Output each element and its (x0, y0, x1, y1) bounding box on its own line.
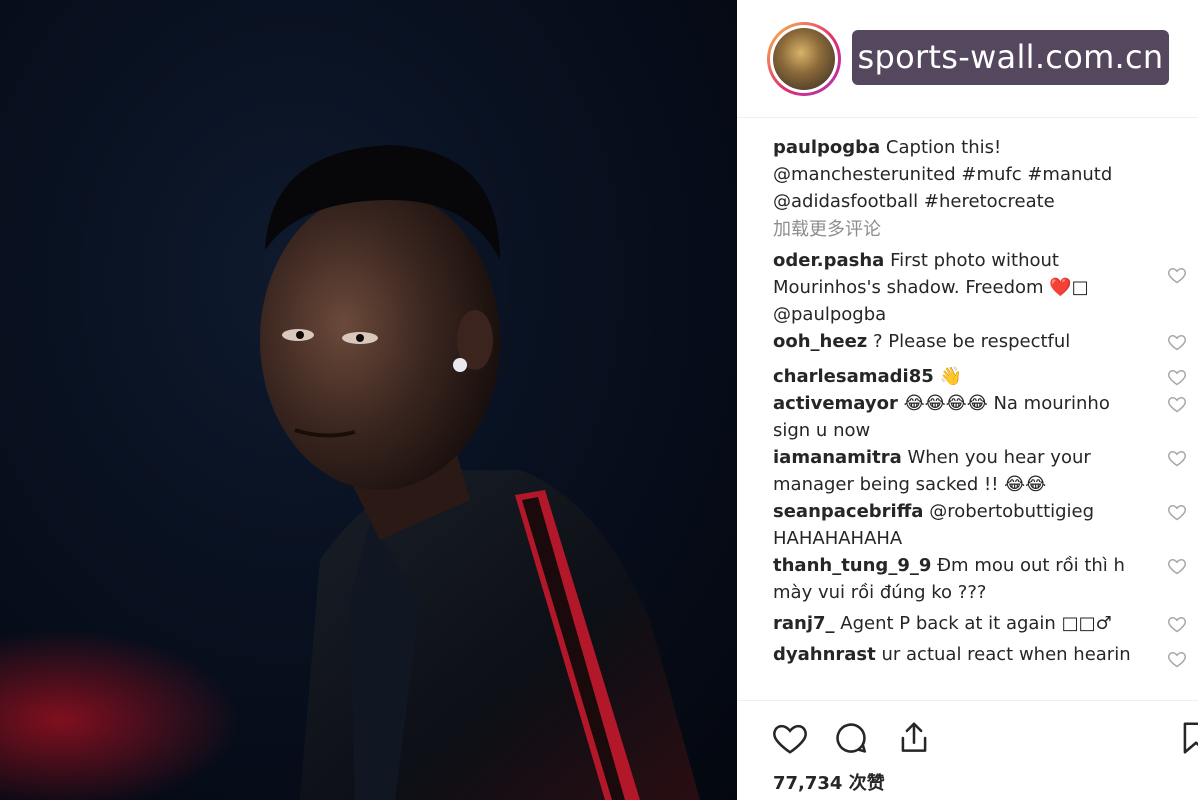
comment-item: seanpacebriffa @robertobuttigieg HAHAHAH… (773, 498, 1186, 552)
comment-item: ranj7_ Agent P back at it again □□♂ (773, 610, 1186, 637)
comment-item: dyahnrast ur actual react when hearin (773, 641, 1186, 668)
comment-text: When you hear your (907, 447, 1091, 468)
post-caption: paulpogba Caption this! @manchesterunite… (773, 134, 1173, 215)
heart-icon[interactable] (1167, 556, 1187, 576)
heart-icon[interactable] (1167, 265, 1187, 285)
comment-username[interactable]: activemayor (773, 393, 898, 414)
caption-text: Caption this! (885, 137, 1002, 158)
load-more-comments-link[interactable]: 加载更多评论 (773, 215, 1173, 245)
likes-count[interactable]: 77,734 次赞 (773, 769, 885, 795)
avatar[interactable] (767, 22, 841, 96)
heart-icon[interactable] (771, 719, 809, 757)
heart-icon[interactable] (1167, 394, 1187, 414)
comment-item: oder.pasha First photo without Mourinhos… (773, 247, 1186, 328)
watermark: sports-wall.com.cn (852, 30, 1169, 85)
comment-text: sign u now (773, 420, 871, 441)
comment-text: ? Please be respectful (873, 331, 1071, 352)
comment-item: charlesamadi85 👋 (773, 363, 1186, 390)
player-photo (0, 145, 700, 800)
heart-icon[interactable] (1167, 448, 1187, 468)
heart-icon[interactable] (1167, 649, 1187, 669)
share-icon[interactable] (895, 719, 933, 757)
comment-text: HAHAHAHAHA (773, 528, 903, 549)
post-photo (0, 0, 737, 800)
post-header: sports-wall.com.cn (737, 0, 1198, 118)
comment-username[interactable]: charlesamadi85 (773, 366, 934, 387)
comment-item: ooh_heez ? Please be respectful (773, 328, 1186, 355)
comment-icon[interactable] (832, 719, 870, 757)
heart-icon[interactable] (1167, 614, 1187, 634)
caption-text: @manchesterunited #mufc #manutd (773, 164, 1113, 185)
comment-text: ur actual react when hearin (881, 644, 1131, 665)
comment-text: manager being sacked !! 😂😂 (773, 474, 1047, 495)
comment-text: @robertobuttigieg (929, 501, 1095, 522)
post-panel: sports-wall.com.cn paulpogba Caption thi… (737, 0, 1198, 800)
caption-username[interactable]: paulpogba (773, 137, 880, 158)
comment-username[interactable]: oder.pasha (773, 250, 884, 271)
comment-username[interactable]: iamanamitra (773, 447, 902, 468)
comment-item: thanh_tung_9_9 Đm mou out rồi thì h mày … (773, 552, 1186, 606)
post-actions: 77,734 次赞 (737, 700, 1198, 800)
avatar-image (773, 28, 835, 90)
comments-list: paulpogba Caption this! @manchesterunite… (773, 134, 1186, 668)
comment-text: 👋 (939, 366, 962, 387)
comment-username[interactable]: thanh_tung_9_9 (773, 555, 931, 576)
comment-username[interactable]: ooh_heez (773, 331, 867, 352)
comment-text: mày vui rồi đúng ko ??? (773, 582, 987, 603)
heart-icon[interactable] (1167, 502, 1187, 522)
comment-username[interactable]: ranj7_ (773, 613, 835, 634)
comment-item: iamanamitra When you hear your manager b… (773, 444, 1186, 498)
comment-text: 😂😂😂😂 Na mourinho (903, 393, 1110, 414)
comment-text: First photo without (890, 250, 1059, 271)
comment-text: Agent P back at it again □□♂ (840, 613, 1112, 634)
comment-username[interactable]: dyahnrast (773, 644, 876, 665)
comment-item: activemayor 😂😂😂😂 Na mourinho sign u now (773, 390, 1186, 444)
heart-icon[interactable] (1167, 332, 1187, 352)
heart-icon[interactable] (1167, 367, 1187, 387)
comment-text: Đm mou out rồi thì h (937, 555, 1125, 576)
comment-text: Mourinhos's shadow. Freedom ❤️□ (773, 277, 1089, 298)
bookmark-icon[interactable] (1177, 719, 1198, 757)
caption-text: @adidasfootball #heretocreate (773, 191, 1055, 212)
comment-username[interactable]: seanpacebriffa (773, 501, 923, 522)
comment-text: @paulpogba (773, 304, 887, 325)
